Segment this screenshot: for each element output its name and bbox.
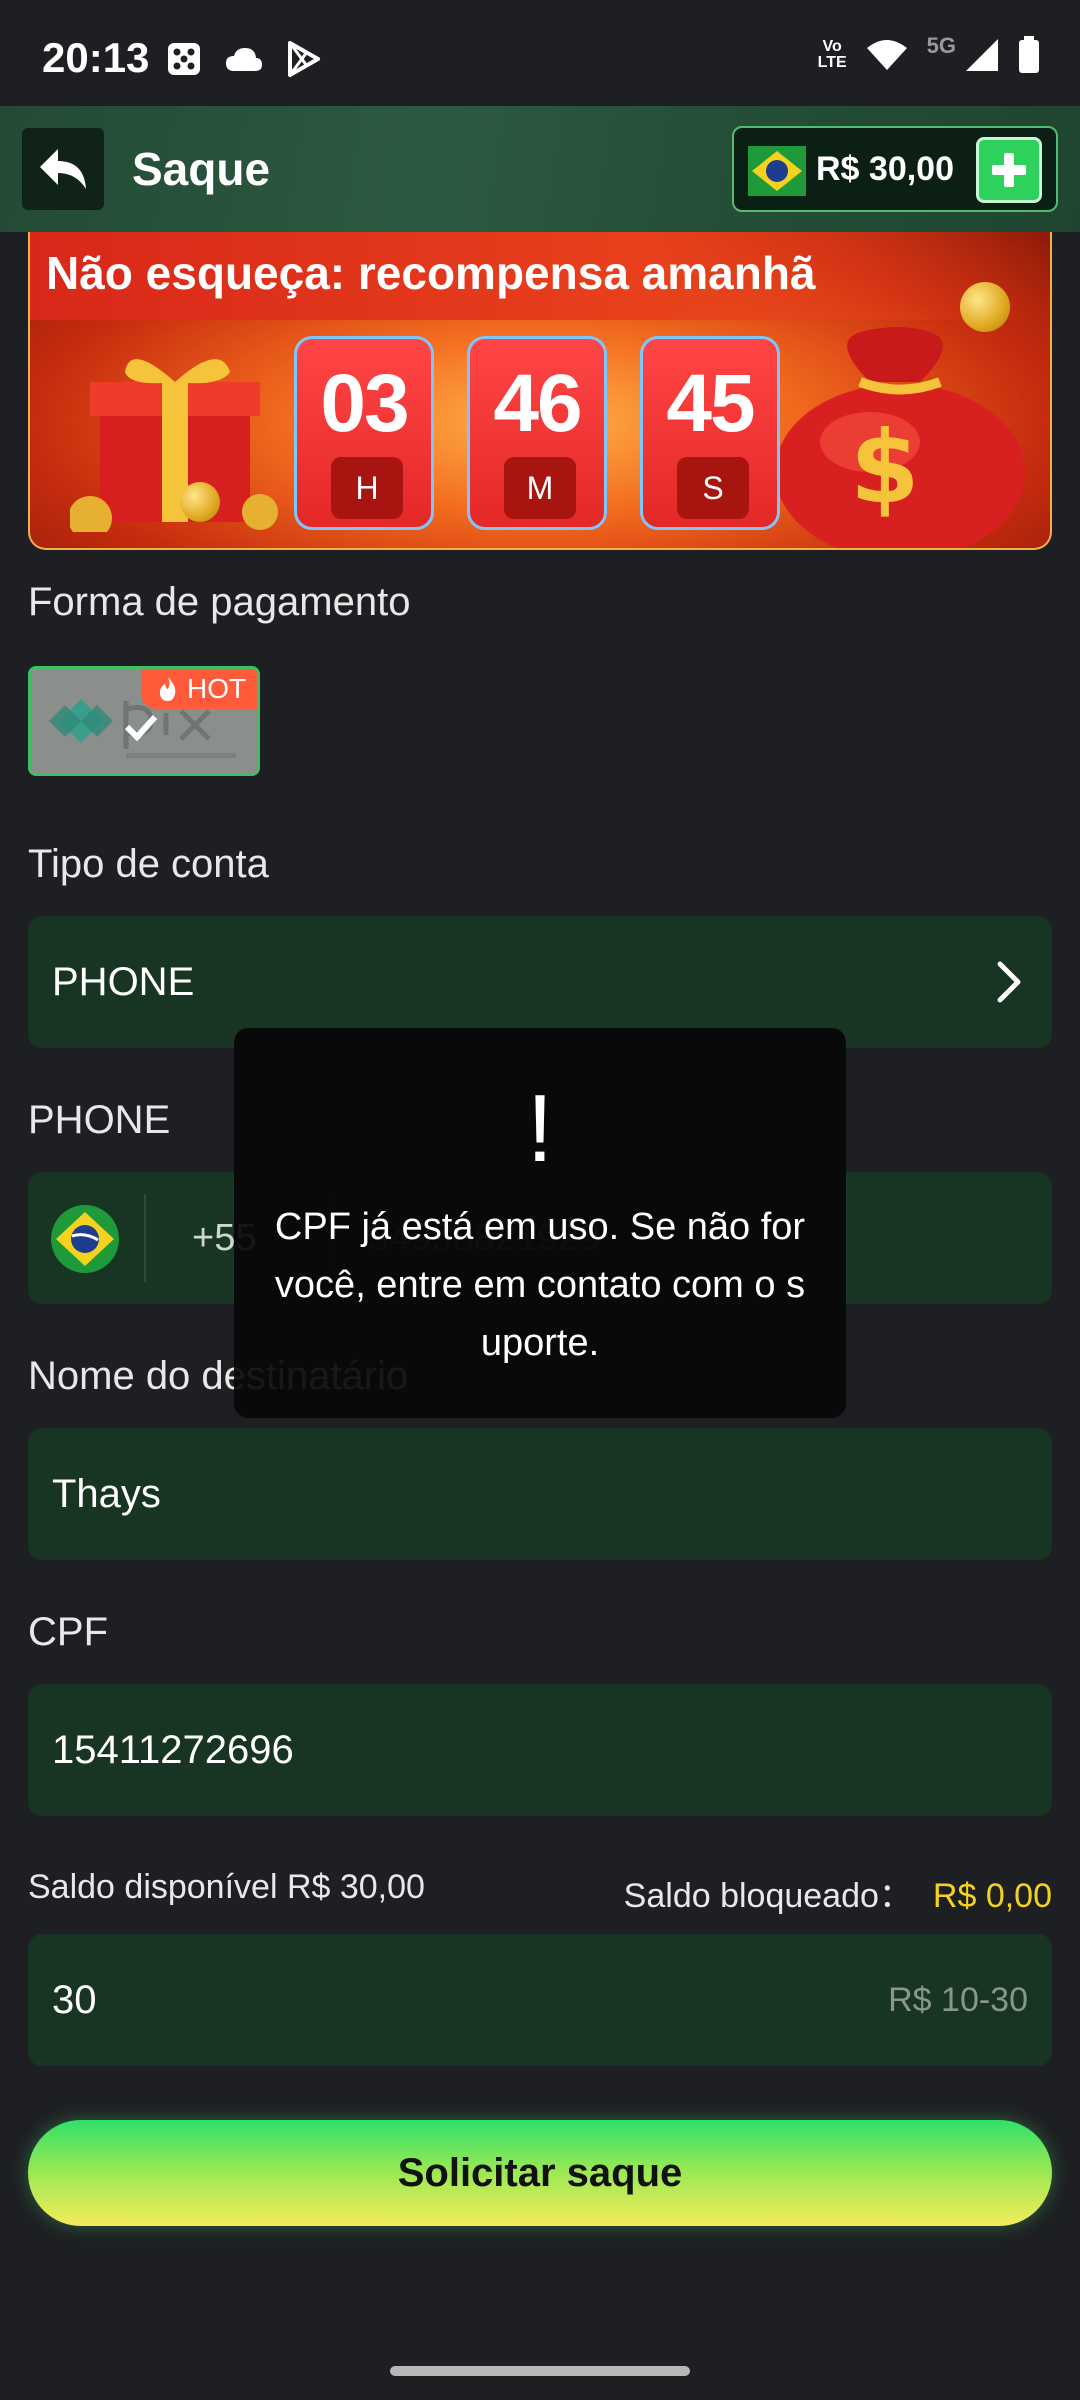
cpf-label: CPF (28, 1610, 108, 1654)
account-type-label: Tipo de conta (28, 842, 269, 886)
chevron-right-icon (997, 961, 1021, 1003)
timer-minutes: 46 M (467, 336, 607, 530)
blocked-balance-value: R$ 0,00 (932, 1877, 1052, 1915)
brazil-flag-icon (748, 146, 806, 196)
back-arrow-icon (40, 149, 86, 189)
account-type-value: PHONE (52, 960, 195, 1004)
wifi-icon (866, 40, 907, 70)
amount-field[interactable]: 30 R$ 10-30 (28, 1934, 1052, 2066)
add-funds-button[interactable] (976, 137, 1042, 203)
cloud-icon (226, 48, 262, 71)
money-bag-icon: $ (775, 327, 1025, 548)
home-indicator[interactable] (390, 2366, 690, 2376)
pix-payment-option[interactable]: HOT (28, 666, 260, 776)
exclamation-icon: ! (526, 1075, 554, 1182)
reward-countdown-banner[interactable]: Não esqueça: recompensa amanhã $ 03 H 46… (28, 232, 1052, 550)
amount-value: 30 (52, 1978, 97, 2022)
available-balance: Saldo disponível R$ 30,00 (28, 1868, 425, 1906)
battery-icon (1019, 36, 1039, 73)
timer-hours: 03 H (294, 336, 434, 530)
cpf-value: 15411272696 (52, 1728, 294, 1772)
dice-icon (168, 43, 200, 75)
phone-label: PHONE (28, 1098, 171, 1142)
balance-amount: R$ 30,00 (816, 150, 954, 188)
status-bar: 20:13 Vo LTE 5G (0, 0, 1080, 106)
brazil-flag-icon (51, 1205, 119, 1273)
blocked-balance: Saldo bloqueado： R$ 0,00 (623, 1877, 1052, 1915)
volte-indicator: Vo LTE (817, 38, 847, 71)
hot-badge: HOT (141, 669, 257, 709)
page-title: Saque (132, 143, 271, 195)
signal-icon (966, 39, 998, 71)
error-toast: ! CPF já está em uso. Se não for você, e… (234, 1028, 846, 1418)
cpf-field[interactable]: 15411272696 (28, 1684, 1052, 1816)
timer-seconds: 45 S (640, 336, 780, 530)
recipient-name-field[interactable]: Thays (28, 1428, 1052, 1560)
banner-title: Não esqueça: recompensa amanhã (46, 247, 816, 299)
toast-message: CPF já está em uso. Se não for você, ent… (274, 1206, 806, 1364)
svg-text:$: $ (850, 409, 920, 526)
app-header: Saque R$ 30,00 (0, 106, 1080, 232)
amount-range-hint: R$ 10-30 (888, 1981, 1028, 2019)
balance-display: R$ 30,00 (732, 126, 1058, 212)
payment-method-label: Forma de pagamento (28, 580, 411, 624)
status-time: 20:13 (42, 34, 150, 81)
back-button[interactable] (22, 128, 104, 210)
network-type: 5G (926, 33, 956, 58)
plus-icon (992, 153, 1026, 187)
fire-icon (159, 677, 176, 701)
play-store-icon (288, 41, 320, 77)
recipient-name-value: Thays (52, 1472, 161, 1516)
request-withdrawal-button[interactable]: Solicitar saque (28, 2120, 1052, 2226)
